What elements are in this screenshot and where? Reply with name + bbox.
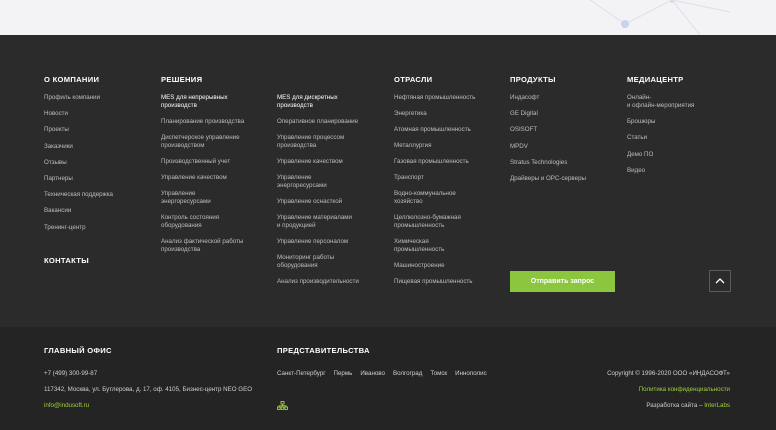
link-quality-management-discrete[interactable]: Управление качеством [277,158,359,166]
link-opc-drivers[interactable]: Драйверы и OPC-серверы [510,175,586,183]
link-indasoft[interactable]: Индасофт [510,94,586,102]
scroll-top-button[interactable] [709,270,731,292]
sitemap-icon[interactable] [277,401,288,410]
link-machine-building[interactable]: Машиностроение [394,262,475,270]
link-equipment-monitoring[interactable]: Контроль состояния оборудования [161,214,244,230]
link-mpdv[interactable]: MPDV [510,143,586,151]
privacy-policy-link[interactable]: Политика конфиденциальности [639,386,730,393]
link-osisoft[interactable]: OSISOFT [510,126,586,134]
link-transport[interactable]: Транспорт [394,174,475,182]
link-production-planning[interactable]: Планирование производства [161,118,244,126]
link-customers[interactable]: Заказчики [44,143,113,151]
link-ge-digital[interactable]: GE Digital [510,110,586,118]
link-tooling-management[interactable]: Управление оснасткой [277,198,359,206]
solutions-continuous-links: MES для непрерывных производств Планиров… [161,94,244,254]
link-partners[interactable]: Партнеры [44,175,113,183]
link-operational-planning[interactable]: Оперативное планирование [277,118,359,126]
link-energy-management[interactable]: Управление энергоресурсами [161,190,244,206]
office-phone[interactable]: +7 (499) 300-99-87 [44,370,97,377]
city-tomsk[interactable]: Томск [430,370,447,377]
link-energy-management-discrete[interactable]: Управление энергоресурсами [277,174,359,190]
solutions-discrete-links: MES для дискретных производств Оперативн… [277,94,359,286]
link-personnel-management[interactable]: Управление персоналом [277,238,359,246]
branches-cities: Санкт-Петербург Пермь Иваново Волгоград Томс… [277,370,495,377]
link-company-profile[interactable]: Профиль компании [44,94,113,102]
link-actual-work-analysis[interactable]: Анализ фактической работы производства [161,238,244,254]
link-process-management[interactable]: Управление процессом производства [277,134,359,150]
heading-about: О КОМПАНИИ [44,75,100,84]
link-performance-analysis[interactable]: Анализ производительности [277,278,359,286]
city-innopolis[interactable]: Иннополис [455,370,487,377]
branches-heading: ПРЕДСТАВИТЕЛЬСТВА [277,346,370,355]
heading-contacts[interactable]: КОНТАКТЫ [44,256,89,265]
link-video[interactable]: Видео [627,167,694,175]
office-email[interactable]: info@indusoft.ru [44,402,89,409]
link-production-accounting[interactable]: Производственный учет [161,158,244,166]
link-events[interactable]: Онлайн- и офлайн-мероприятия [627,94,694,110]
link-support[interactable]: Техническая поддержка [44,191,113,199]
media-links: Онлайн- и офлайн-мероприятия Брошюры Ста… [627,94,694,175]
network-decoration [589,0,731,35]
link-materials-management[interactable]: Управление материалами и продукцией [277,214,359,230]
office-address: 117342, Москва, ул. Бутлерова, д. 17, оф… [44,386,253,393]
office-heading: ГЛАВНЫЙ ОФИС [44,346,112,355]
link-chemical[interactable]: Химическая промышленность [394,238,475,254]
city-ivanovo[interactable]: Иваново [360,370,385,377]
heading-products: ПРОДУКТЫ [510,75,556,84]
link-projects[interactable]: Проекты [44,126,113,134]
link-reviews[interactable]: Отзывы [44,159,113,167]
city-spb[interactable]: Санкт-Петербург [277,370,326,377]
link-gas-industry[interactable]: Газовая промышленность [394,158,475,166]
copyright: Copyright © 1996-2020 ООО «ИНДАСОФТ» [607,370,730,377]
link-mes-discrete[interactable]: MES для дискретных производств [277,94,359,110]
link-energy[interactable]: Энергетика [394,110,475,118]
link-articles[interactable]: Статьи [627,134,694,142]
products-links: Индасофт GE Digital OSISOFT MPDV Stratus… [510,94,586,183]
chevron-up-icon [715,278,725,284]
link-mes-continuous[interactable]: MES для непрерывных производств [161,94,244,110]
heading-solutions: РЕШЕНИЯ [161,75,203,84]
link-dispatch-control[interactable]: Диспетчерское управление производством [161,134,244,150]
developer-prefix: Разработка сайта – [646,402,703,409]
link-oil-industry[interactable]: Нефтяная промышленность [394,94,475,102]
city-volgograd[interactable]: Волгоград [393,370,422,377]
site-developer: Разработка сайта – InterLabs [646,402,730,409]
link-pulp-paper[interactable]: Целлюлозно-бумажная промышленность [394,214,475,230]
footer-bottom [0,327,776,430]
heading-industries: ОТРАСЛИ [394,75,433,84]
link-demo-software[interactable]: Демо ПО [627,151,694,159]
link-food-industry[interactable]: Пищевая промышленность [394,278,475,286]
link-quality-management[interactable]: Управление качеством [161,174,244,182]
send-request-button[interactable]: Отправить запрос [510,271,615,292]
link-equipment-work-monitoring[interactable]: Мониторинг работы оборудования [277,254,359,270]
link-vacancies[interactable]: Вакансии [44,207,113,215]
link-news[interactable]: Новости [44,110,113,118]
top-banner-strip [0,0,776,35]
link-brochures[interactable]: Брошюры [627,118,694,126]
link-training-center[interactable]: Тренинг-центр [44,224,113,232]
link-stratus[interactable]: Stratus Technologies [510,159,586,167]
developer-link[interactable]: InterLabs [704,402,730,409]
heading-media: МЕДИАЦЕНТР [627,75,684,84]
link-utilities[interactable]: Водно-коммунальное хозяйство [394,190,475,206]
link-metallurgy[interactable]: Металлургия [394,142,475,150]
city-perm[interactable]: Пермь [334,370,353,377]
about-links: Профиль компании Новости Проекты Заказчи… [44,94,113,232]
link-nuclear[interactable]: Атомная промышленность [394,126,475,134]
industries-links: Нефтяная промышленность Энергетика Атомн… [394,94,475,286]
